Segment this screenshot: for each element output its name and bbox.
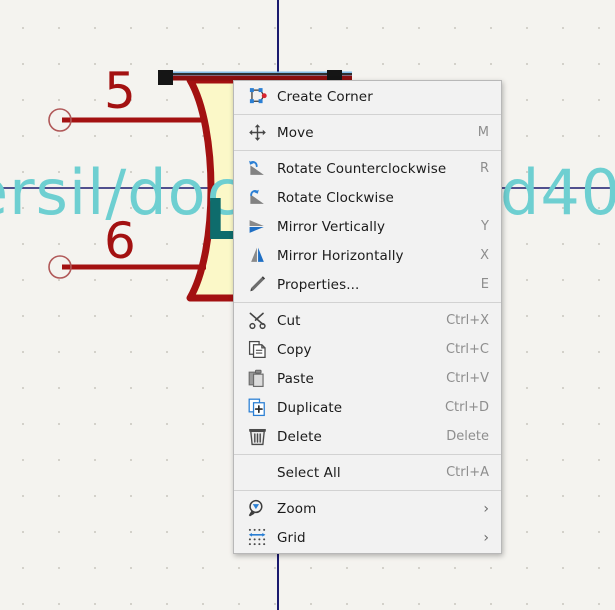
- menu-item-label: Properties...: [277, 276, 360, 293]
- menu-item-shortcut: Ctrl+V: [446, 371, 489, 386]
- menu-item-select-all[interactable]: Select All Ctrl+A: [234, 458, 501, 487]
- menu-item-move[interactable]: Move M: [234, 118, 501, 147]
- menu-item-shortcut: Ctrl+X: [446, 313, 489, 328]
- menu-item-label: Mirror Horizontally: [277, 247, 404, 264]
- rotate-counterclockwise-icon: [244, 158, 270, 180]
- menu-item-mirror-vertically[interactable]: Mirror Vertically Y: [234, 212, 501, 241]
- menu-item-cut[interactable]: Cut Ctrl+X: [234, 306, 501, 335]
- menu-item-shortcut: Ctrl+A: [446, 465, 489, 480]
- properties-pencil-icon: [244, 274, 270, 296]
- submenu-chevron-right-icon: ›: [483, 500, 489, 517]
- menu-separator: [234, 150, 501, 151]
- menu-item-label: Delete: [277, 428, 322, 445]
- menu-item-label: Rotate Clockwise: [277, 189, 394, 206]
- menu-item-grid[interactable]: Grid ›: [234, 523, 501, 552]
- menu-item-shortcut: X: [480, 248, 489, 263]
- menu-item-label: Move: [277, 124, 314, 141]
- mirror-vertically-icon: [244, 216, 270, 238]
- copy-icon: [244, 339, 270, 361]
- menu-item-shortcut: Ctrl+D: [444, 400, 489, 415]
- menu-item-zoom[interactable]: Zoom ›: [234, 494, 501, 523]
- menu-item-copy[interactable]: Copy Ctrl+C: [234, 335, 501, 364]
- context-menu[interactable]: Create Corner Move M Rotate Counterclockwis…: [233, 80, 502, 554]
- menu-item-properties[interactable]: Properties... E: [234, 270, 501, 299]
- menu-item-label: Select All: [277, 464, 341, 481]
- menu-item-shortcut: Y: [481, 219, 489, 234]
- menu-item-delete[interactable]: Delete Delete: [234, 422, 501, 451]
- menu-item-shortcut: E: [480, 277, 489, 292]
- menu-item-label: Grid: [277, 529, 306, 546]
- menu-item-label: Mirror Vertically: [277, 218, 386, 235]
- grid-icon: [244, 527, 270, 549]
- menu-item-label: Zoom: [277, 500, 317, 517]
- menu-item-shortcut: Ctrl+C: [445, 342, 489, 357]
- menu-item-duplicate[interactable]: Duplicate Ctrl+D: [234, 393, 501, 422]
- mirror-horizontally-icon: [244, 245, 270, 267]
- rotate-clockwise-icon: [244, 187, 270, 209]
- menu-item-label: Rotate Counterclockwise: [277, 160, 447, 177]
- kicad-schematic-editor-window: ersil/doc d40, L 5 6 Create CornerMoveMR…: [0, 0, 615, 610]
- menu-separator: [234, 454, 501, 455]
- create-corner-icon: [244, 86, 270, 108]
- menu-item-shortcut: Delete: [446, 429, 489, 444]
- menu-item-rotate-clockwise[interactable]: Rotate Clockwise: [234, 183, 501, 212]
- menu-item-label: Duplicate: [277, 399, 343, 416]
- zoom-magnifier-icon: [244, 498, 270, 520]
- delete-trash-icon: [244, 426, 270, 448]
- menu-item-label: Cut: [277, 312, 301, 329]
- selection-handle-left: [158, 70, 173, 85]
- menu-item-label: Create Corner: [277, 88, 373, 105]
- menu-item-shortcut: R: [479, 161, 489, 176]
- move-icon: [244, 122, 270, 144]
- paste-clipboard-icon: [244, 368, 270, 390]
- menu-item-rotate-counterclockwise[interactable]: Rotate Counterclockwise R: [234, 154, 501, 183]
- menu-item-mirror-horizontally[interactable]: Mirror Horizontally X: [234, 241, 501, 270]
- menu-separator: [234, 490, 501, 491]
- duplicate-icon: [244, 397, 270, 419]
- menu-separator: [234, 114, 501, 115]
- menu-item-label: Copy: [277, 341, 312, 358]
- no-icon-placeholder: [244, 462, 270, 484]
- menu-item-label: Paste: [277, 370, 314, 387]
- menu-separator: [234, 302, 501, 303]
- menu-item-paste[interactable]: Paste Ctrl+V: [234, 364, 501, 393]
- cut-scissors-icon: [244, 310, 270, 332]
- menu-item-shortcut: M: [477, 125, 489, 140]
- menu-item-create-corner[interactable]: Create Corner: [234, 82, 501, 111]
- submenu-chevron-right-icon: ›: [483, 529, 489, 546]
